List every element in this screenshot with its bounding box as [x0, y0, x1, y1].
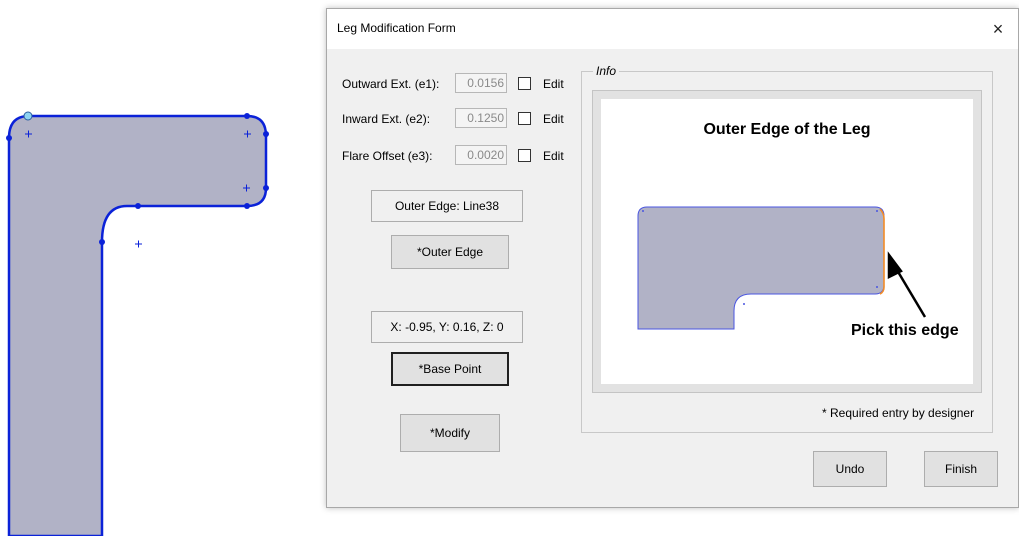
arrow-icon [887, 251, 927, 318]
diagram-leg-shape [637, 206, 885, 330]
inward-ext-edit-label[interactable]: Edit [543, 112, 564, 126]
inward-ext-label: Inward Ext. (e2): [342, 112, 431, 126]
undo-button[interactable]: Undo [813, 451, 887, 487]
outward-ext-edit-checkbox[interactable] [518, 77, 531, 90]
flare-offset-edit-checkbox[interactable] [518, 149, 531, 162]
flare-offset-field[interactable]: 0.0020 [455, 145, 507, 165]
cad-drawing-canvas[interactable] [0, 0, 330, 536]
selected-vertex-marker[interactable] [23, 111, 33, 121]
flare-offset-label: Flare Offset (e3): [342, 149, 433, 163]
finish-button[interactable]: Finish [924, 451, 998, 487]
flare-offset-edit-label[interactable]: Edit [543, 149, 564, 163]
close-icon[interactable]: × [978, 9, 1018, 49]
base-point-button[interactable]: *Base Point [391, 352, 509, 386]
leg-modification-dialog: Leg Modification Form × Outward Ext. (e1… [326, 8, 1019, 508]
modify-button[interactable]: *Modify [400, 414, 500, 452]
outer-edge-readout: Outer Edge: Line38 [371, 190, 523, 222]
outward-ext-edit-label[interactable]: Edit [543, 77, 564, 91]
dialog-titlebar[interactable]: Leg Modification Form × [327, 9, 1018, 49]
leg-diagram [637, 206, 927, 330]
info-legend: Info [593, 64, 620, 78]
inward-ext-edit-checkbox[interactable] [518, 112, 531, 125]
outward-ext-label: Outward Ext. (e1): [342, 77, 440, 91]
outer-edge-button[interactable]: *Outer Edge [391, 235, 509, 269]
leg-profile[interactable] [7, 114, 268, 536]
outward-ext-field[interactable]: 0.0156 [455, 73, 507, 93]
dialog-title: Leg Modification Form [337, 21, 456, 35]
base-point-readout: X: -0.95, Y: 0.16, Z: 0 [371, 311, 523, 343]
pick-edge-label: Pick this edge [851, 322, 959, 339]
info-illustration: Outer Edge of the Leg Pick this edge [601, 99, 973, 384]
required-note: * Required entry by designer [822, 406, 975, 420]
info-image-title: Outer Edge of the Leg [703, 121, 871, 138]
inward-ext-field[interactable]: 0.1250 [455, 108, 507, 128]
info-image-frame: Outer Edge of the Leg Pick this edge [592, 90, 982, 393]
